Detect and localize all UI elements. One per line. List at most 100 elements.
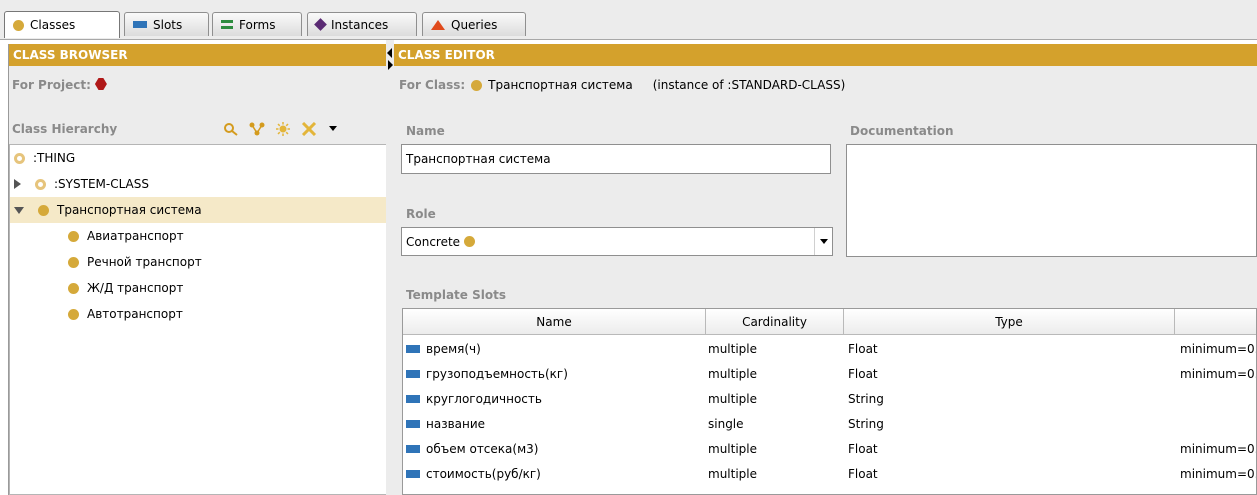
tree-node-label: Автотранспорт — [87, 307, 183, 321]
slot-cardinality: multiple — [708, 367, 758, 381]
slot-name: стоимость(руб/кг) — [426, 467, 541, 481]
slot-type: Float — [848, 367, 878, 381]
slot-cardinality: multiple — [708, 342, 758, 356]
slot-icon — [406, 370, 420, 378]
slot-icon — [406, 445, 420, 453]
table-row[interactable]: грузоподъемность(кг) — [406, 362, 568, 387]
name-label: Name — [406, 124, 445, 138]
tab-slots[interactable]: Slots — [124, 12, 209, 36]
tree-node-railway[interactable]: Ж/Д транспорт — [68, 275, 183, 301]
query-triangle-icon — [431, 19, 445, 30]
class-circle-icon — [68, 308, 79, 320]
tree-node-system-class[interactable]: :SYSTEM-CLASS — [10, 171, 386, 197]
create-class-icon[interactable] — [275, 122, 291, 136]
class-circle-icon — [35, 178, 46, 190]
slot-facet: minimum=0.0 — [1180, 442, 1256, 456]
slot-name: название — [426, 417, 486, 431]
slot-icon — [133, 21, 147, 28]
collapse-arrow-icon[interactable] — [14, 206, 24, 214]
tree-node-river[interactable]: Речной транспорт — [68, 249, 202, 275]
slot-type: Float — [848, 442, 878, 456]
add-subclass-icon[interactable] — [249, 122, 265, 136]
tree-node-transport-system[interactable]: Транспортная система — [10, 197, 386, 223]
slot-name: грузоподъемность(кг) — [426, 367, 568, 381]
tab-label: Queries — [451, 17, 498, 32]
table-row[interactable]: круглогодичность — [406, 387, 542, 412]
tree-node-label: Транспортная система — [57, 203, 202, 217]
slot-type: String — [848, 417, 884, 431]
role-dropdown-button[interactable] — [814, 228, 832, 255]
slot-icon — [406, 395, 420, 403]
column-header-cardinality[interactable]: Cardinality — [706, 309, 844, 335]
role-select[interactable]: Concrete — [401, 227, 833, 256]
slot-type: Float — [848, 467, 878, 481]
table-row[interactable]: время(ч) — [406, 337, 481, 362]
delete-class-icon[interactable] — [301, 121, 317, 137]
project-label: For Project: — [12, 78, 91, 92]
role-label: Role — [406, 207, 436, 221]
collapse-left-arrow-icon[interactable] — [387, 48, 392, 58]
expand-arrow-icon[interactable] — [14, 179, 21, 189]
table-row[interactable]: название — [406, 412, 485, 437]
for-class-row: For Class: Транспортная система (instanc… — [399, 78, 845, 92]
for-class-label: For Class: — [399, 78, 466, 92]
class-tree: :THING :SYSTEM-CLASS Транспортная систем… — [9, 144, 387, 495]
tree-node-label: Ж/Д транспорт — [87, 281, 184, 295]
tab-instances[interactable]: Instances — [307, 12, 417, 36]
tree-node-auto[interactable]: Автотранспорт — [68, 301, 183, 327]
class-browser-header: CLASS BROWSER — [9, 44, 387, 66]
for-class-name: Транспортная система — [488, 78, 633, 92]
instance-diamond-icon — [314, 18, 327, 31]
slot-icon — [406, 345, 420, 353]
tab-forms[interactable]: Forms — [212, 12, 302, 36]
column-header-type[interactable]: Type — [844, 309, 1175, 335]
class-circle-icon — [471, 79, 483, 91]
class-circle-icon — [68, 282, 79, 294]
slot-name: объем отсека(м3) — [426, 442, 539, 456]
slot-cardinality: multiple — [708, 392, 758, 406]
form-icon — [221, 20, 233, 29]
class-name-field[interactable]: Транспортная система — [401, 144, 831, 174]
instance-of-label: (instance of :STANDARD-CLASS) — [652, 78, 846, 92]
view-references-icon[interactable] — [223, 122, 239, 136]
template-slots-label: Template Slots — [406, 288, 506, 302]
split-pane-divider[interactable] — [386, 40, 394, 495]
class-editor-pane: CLASS EDITOR For Class: Транспортная сис… — [394, 44, 1257, 495]
slot-name: круглогодичность — [426, 392, 542, 406]
class-hierarchy-label: Class Hierarchy — [12, 122, 118, 136]
slot-icon — [406, 420, 420, 428]
class-name-value: Транспортная система — [406, 152, 551, 166]
documentation-label: Documentation — [850, 124, 954, 138]
tree-node-label: Авиатранспорт — [87, 229, 184, 243]
table-row[interactable]: стоимость(руб/кг) — [406, 462, 541, 487]
tree-node-thing[interactable]: :THING — [10, 145, 386, 171]
slot-facet: minimum=0.0 — [1180, 367, 1256, 381]
tree-node-label: :THING — [33, 151, 76, 165]
slot-cardinality: multiple — [708, 467, 758, 481]
template-slots-table: Name Cardinality Type время(ч) multiple … — [402, 308, 1257, 495]
class-circle-icon — [38, 204, 49, 216]
tab-label: Classes — [30, 18, 76, 32]
documentation-textarea[interactable] — [846, 144, 1257, 257]
tab-queries[interactable]: Queries — [422, 12, 526, 36]
menu-dropdown-icon[interactable] — [325, 122, 341, 136]
chevron-down-icon — [819, 239, 828, 244]
tree-node-aviation[interactable]: Авиатранспорт — [68, 223, 184, 249]
column-header-name[interactable]: Name — [403, 309, 706, 335]
slot-facet: minimum=0.0 — [1180, 342, 1256, 356]
tree-node-label: Речной транспорт — [87, 255, 202, 269]
slot-cardinality: single — [708, 417, 744, 431]
tab-label: Slots — [153, 17, 183, 32]
class-circle-icon — [464, 236, 476, 247]
class-browser-pane: CLASS BROWSER For Project: Class Hierarc… — [8, 44, 387, 495]
project-row: For Project: — [12, 78, 107, 92]
slot-icon — [406, 470, 420, 478]
class-circle-icon — [68, 256, 79, 268]
slot-cardinality: multiple — [708, 442, 758, 456]
column-header-other[interactable] — [1175, 309, 1256, 335]
class-circle-icon — [68, 230, 79, 242]
tab-classes[interactable]: Classes — [4, 11, 120, 38]
table-row[interactable]: объем отсека(м3) — [406, 437, 538, 462]
collapse-right-arrow-icon[interactable] — [388, 60, 393, 70]
slot-type: String — [848, 392, 884, 406]
